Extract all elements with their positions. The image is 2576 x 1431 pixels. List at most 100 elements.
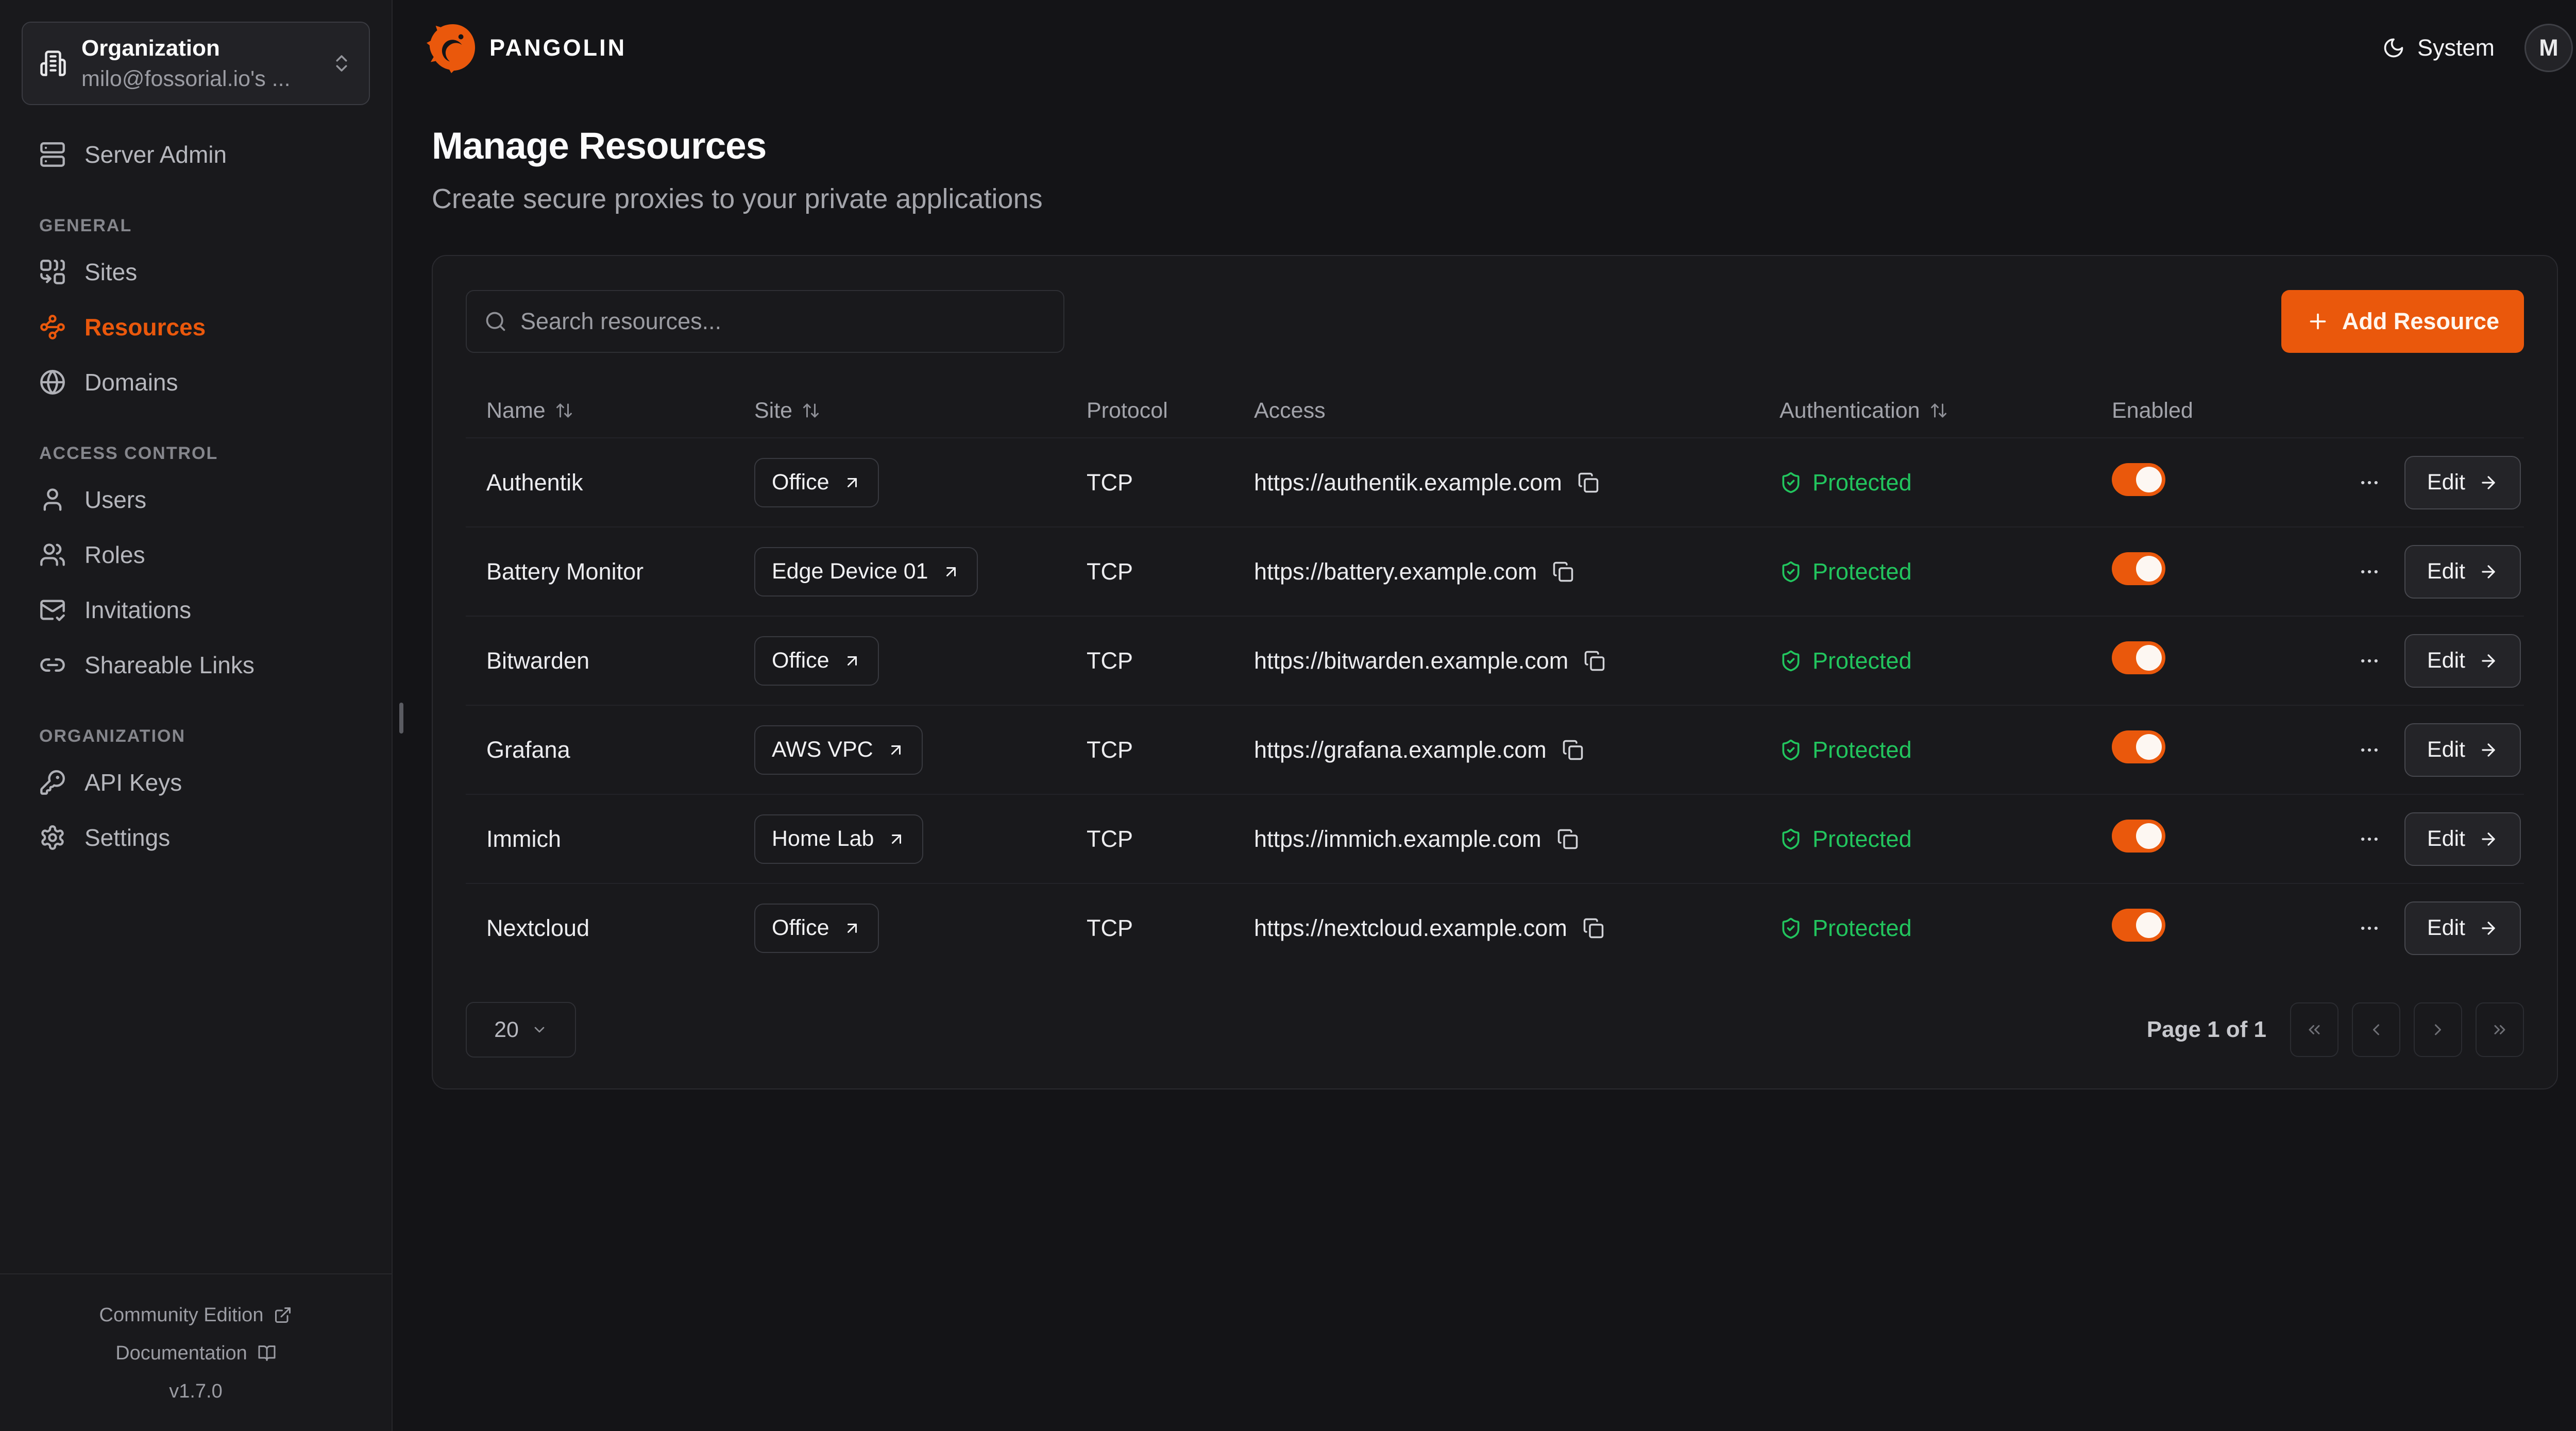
site-link-button[interactable]: Home Lab [754, 814, 923, 864]
nav-section-label: ACCESS CONTROL [39, 444, 371, 464]
chevron-left-icon [2367, 1020, 2385, 1039]
pager: Page 1 of 1 [2147, 1002, 2524, 1057]
resources-table: Name Site Protocol Access Authenticati [466, 384, 2524, 972]
sidebar-item-roles[interactable]: Roles [22, 527, 371, 582]
resource-protocol: TCP [1087, 915, 1254, 942]
brand: PANGOLIN [427, 23, 626, 73]
copy-url-button[interactable] [1562, 739, 1584, 761]
add-resource-button[interactable]: Add Resource [2281, 290, 2524, 353]
resource-url: https://grafana.example.com [1254, 737, 1547, 763]
previous-page-button[interactable] [2352, 1002, 2400, 1057]
edit-button[interactable]: Edit [2404, 634, 2521, 688]
enabled-toggle[interactable] [2112, 730, 2165, 763]
row-menu-button[interactable] [2358, 560, 2381, 583]
sidebar-item-invitations[interactable]: Invitations [22, 582, 371, 637]
org-selector-text: Organization milo@fossorial.io's ... [81, 36, 316, 92]
next-page-button[interactable] [2414, 1002, 2462, 1057]
ellipsis-icon [2358, 828, 2381, 850]
org-selector[interactable]: Organization milo@fossorial.io's ... [22, 22, 370, 105]
resource-protocol: TCP [1087, 737, 1254, 763]
edit-button[interactable]: Edit [2404, 723, 2521, 777]
table-body: Authentik Office TCP https://authentik.e… [466, 437, 2524, 972]
copy-url-button[interactable] [1578, 472, 1599, 493]
enabled-toggle[interactable] [2112, 909, 2165, 942]
arrow-up-right-icon [843, 919, 861, 938]
search-input[interactable] [520, 308, 1046, 335]
enabled-toggle[interactable] [2112, 820, 2165, 853]
edit-button[interactable]: Edit [2404, 545, 2521, 599]
topbar-right: System M [2382, 24, 2573, 72]
resource-name: Battery Monitor [486, 558, 754, 585]
copy-url-button[interactable] [1583, 917, 1604, 939]
row-menu-button[interactable] [2358, 917, 2381, 940]
column-header-protocol: Protocol [1087, 398, 1254, 423]
column-header-site[interactable]: Site [754, 398, 1087, 423]
site-name: Office [772, 470, 829, 495]
resource-name: Authentik [486, 469, 754, 496]
copy-icon [1583, 917, 1604, 939]
edit-button[interactable]: Edit [2404, 901, 2521, 955]
pangolin-logo-icon [427, 23, 477, 73]
user-icon [39, 486, 66, 513]
documentation-link[interactable]: Documentation [0, 1334, 392, 1372]
globe-icon [39, 369, 66, 396]
sidebar-item-sites[interactable]: Sites [22, 244, 371, 299]
resource-protocol: TCP [1087, 648, 1254, 674]
ellipsis-icon [2358, 917, 2381, 940]
site-link-button[interactable]: Edge Device 01 [754, 547, 978, 597]
arrow-right-icon [2479, 473, 2498, 492]
sidebar-item-settings[interactable]: Settings [22, 810, 371, 865]
copy-url-button[interactable] [1557, 828, 1579, 850]
sidebar-item-users[interactable]: Users [22, 472, 371, 527]
site-link-button[interactable]: Office [754, 904, 879, 953]
row-menu-button[interactable] [2358, 471, 2381, 494]
external-link-icon [274, 1306, 292, 1324]
column-header-enabled: Enabled [2112, 398, 2297, 423]
avatar[interactable]: M [2524, 24, 2573, 72]
page-title: Manage Resources [432, 125, 2573, 167]
sidebar-item-domains[interactable]: Domains [22, 354, 371, 410]
link-icon [39, 652, 66, 678]
column-header-authentication[interactable]: Authentication [1780, 398, 2112, 423]
arrow-up-right-icon [843, 652, 861, 670]
edit-button[interactable]: Edit [2404, 812, 2521, 866]
row-menu-button[interactable] [2358, 650, 2381, 672]
column-header-access: Access [1254, 398, 1780, 423]
sidebar-item-resources[interactable]: Resources [22, 299, 371, 354]
first-page-button[interactable] [2290, 1002, 2338, 1057]
resource-protocol: TCP [1087, 469, 1254, 496]
arrow-up-right-icon [887, 741, 905, 759]
site-link-button[interactable]: Office [754, 458, 879, 507]
sidebar-item-api-keys[interactable]: API Keys [22, 755, 371, 810]
enabled-toggle[interactable] [2112, 641, 2165, 674]
row-menu-button[interactable] [2358, 828, 2381, 850]
site-link-button[interactable]: AWS VPC [754, 725, 923, 775]
edit-button[interactable]: Edit [2404, 456, 2521, 509]
chevron-down-icon [531, 1021, 548, 1038]
community-edition-link[interactable]: Community Edition [0, 1296, 392, 1334]
sidebar-item-server-admin[interactable]: Server Admin [22, 127, 371, 182]
enabled-toggle[interactable] [2112, 552, 2165, 585]
resource-url: https://immich.example.com [1254, 826, 1541, 853]
row-menu-button[interactable] [2358, 739, 2381, 761]
last-page-button[interactable] [2476, 1002, 2524, 1057]
site-link-button[interactable]: Office [754, 636, 879, 686]
resource-url: https://nextcloud.example.com [1254, 915, 1567, 942]
copy-icon [1578, 472, 1599, 493]
users-icon [39, 541, 66, 568]
resource-url: https://authentik.example.com [1254, 469, 1562, 496]
column-header-name[interactable]: Name [486, 398, 754, 423]
shield-check-icon [1780, 917, 1802, 940]
site-name: AWS VPC [772, 737, 873, 762]
copy-icon [1552, 561, 1574, 583]
page-size-select[interactable]: 20 [466, 1002, 576, 1058]
copy-url-button[interactable] [1552, 561, 1574, 583]
sidebar-resize-handle[interactable] [399, 703, 403, 734]
enabled-toggle[interactable] [2112, 463, 2165, 496]
waypoints-icon [39, 314, 66, 340]
community-edition-label: Community Edition [99, 1304, 264, 1326]
theme-toggle-button[interactable]: System [2382, 35, 2495, 61]
auth-status: Protected [1812, 737, 1912, 763]
sidebar-item-shareable-links[interactable]: Shareable Links [22, 637, 371, 692]
copy-url-button[interactable] [1584, 650, 1605, 672]
